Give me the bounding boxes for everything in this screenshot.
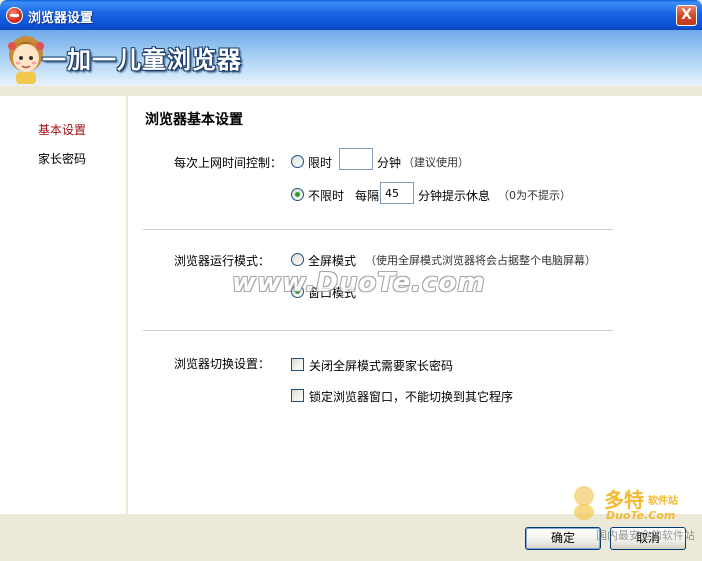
fullscreen-note: （使用全屏模式浏览器将会占据整个电脑屏幕）	[365, 254, 596, 267]
header-banner: 一加一儿童浏览器	[0, 30, 702, 86]
rest-interval-input[interactable]	[380, 182, 414, 204]
child-mascot-icon	[8, 36, 44, 84]
run-mode-label: 浏览器运行模式：	[174, 254, 271, 268]
limited-time-label[interactable]: 限时	[308, 154, 332, 171]
section-divider	[143, 229, 613, 230]
section-title: 浏览器基本设置	[145, 112, 243, 128]
lock-window-label[interactable]: 锁定浏览器窗口，不能切换到其它程序	[309, 388, 513, 405]
mascot-watermark-icon	[574, 486, 594, 520]
sidebar-item-parent-password[interactable]: 家长密码	[38, 150, 86, 167]
app-icon	[6, 7, 23, 24]
checkbox-lock-window[interactable]	[291, 389, 304, 402]
watermark-text: www.DuoTe.com	[232, 268, 486, 298]
time-control-label: 每次上网时间控制：	[174, 156, 283, 170]
minutes-unit-label: 分钟	[377, 156, 402, 170]
section-divider	[143, 330, 613, 331]
app-banner-title: 一加一儿童浏览器	[42, 46, 242, 74]
unlimited-time-label[interactable]: 不限时	[308, 187, 344, 204]
radio-limited-time[interactable]	[291, 155, 304, 168]
window-title: 浏览器设置	[28, 11, 94, 26]
switch-settings-label: 浏览器切换设置：	[174, 357, 271, 371]
radio-unlimited-time[interactable]	[291, 188, 304, 201]
interval-prefix-label: 每隔	[355, 189, 380, 203]
limit-minutes-input[interactable]	[339, 148, 373, 170]
recommended-note: （建议使用）	[403, 156, 469, 169]
radio-fullscreen-mode[interactable]	[291, 253, 304, 266]
checkbox-fullscreen-password[interactable]	[291, 358, 304, 371]
title-bar[interactable]: 浏览器设置 X	[0, 0, 702, 30]
brand-slogan: 国内最安全的软件站	[596, 529, 695, 542]
close-button[interactable]: X	[676, 5, 697, 26]
brand-tag: 软件站	[648, 496, 678, 507]
sidebar-item-basic-settings[interactable]: 基本设置	[38, 121, 86, 138]
brand-watermark: 多特 软件站 DuoTe.Com 国内最安全的软件站	[566, 482, 700, 546]
zero-disables-note: （0为不提示）	[498, 189, 571, 202]
brand-site: DuoTe.Com	[606, 509, 676, 522]
settings-panel: 浏览器基本设置 每次上网时间控制： 限时 分钟 （建议使用） 不限时 每隔 分钟…	[128, 96, 702, 514]
fullscreen-mode-label[interactable]: 全屏模式	[308, 252, 356, 269]
fullscreen-password-label[interactable]: 关闭全屏模式需要家长密码	[309, 357, 453, 374]
interval-suffix-label: 分钟提示休息	[418, 189, 491, 203]
sidebar: 基本设置 家长密码	[0, 96, 126, 514]
